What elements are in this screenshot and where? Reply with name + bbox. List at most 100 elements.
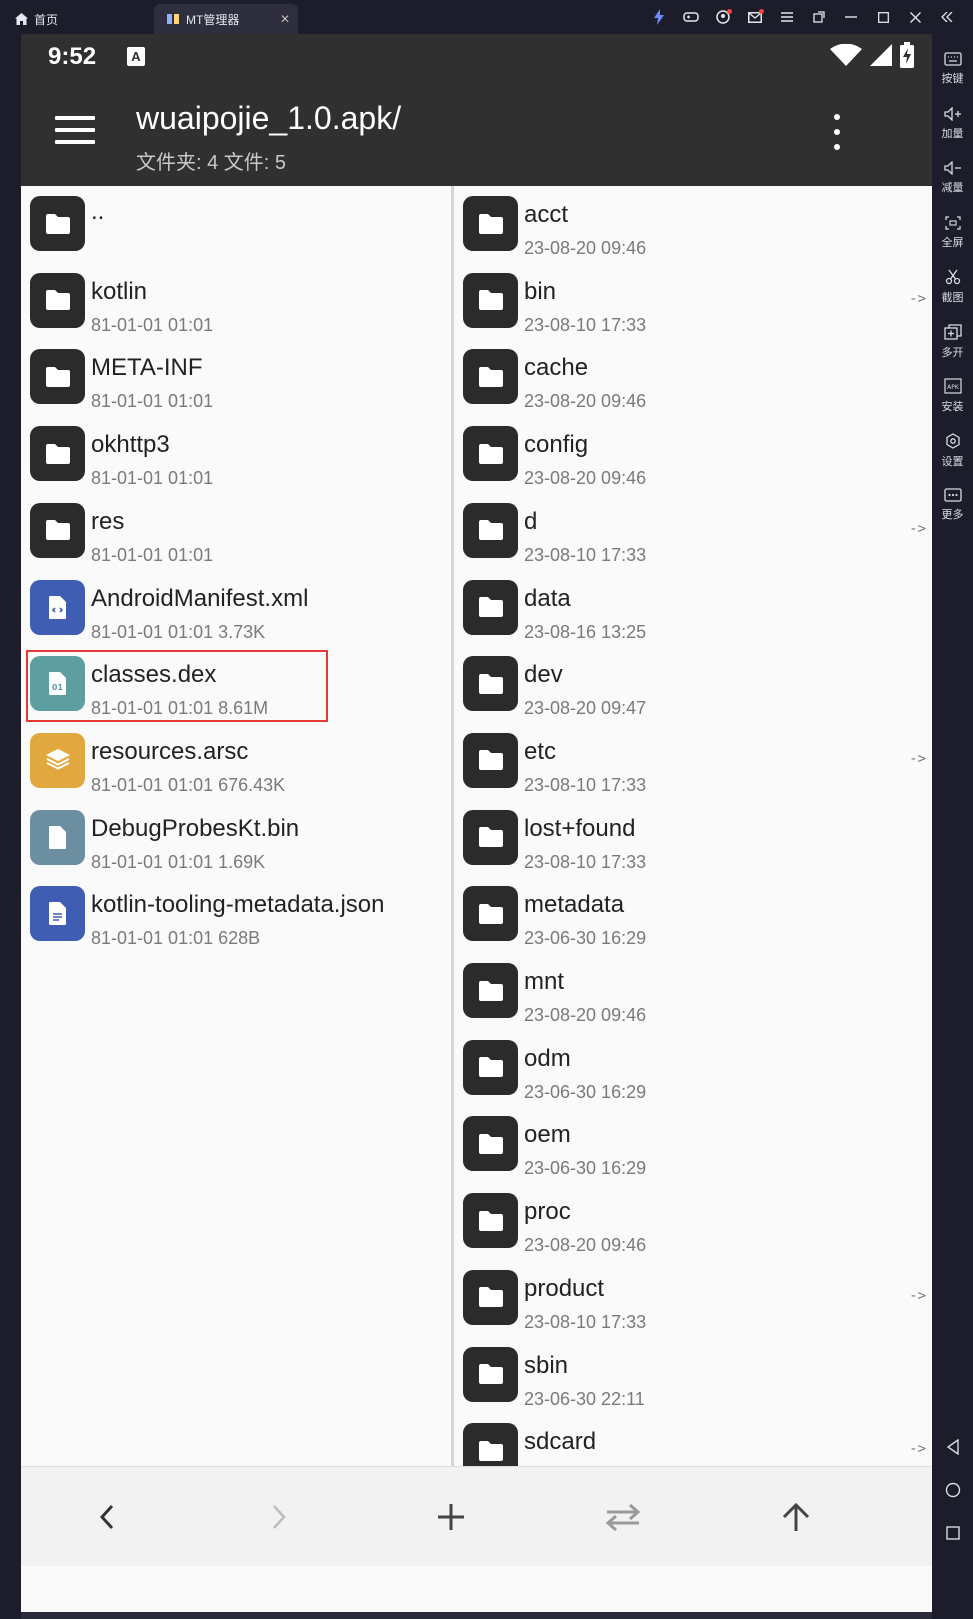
- right-file-pane[interactable]: acct 23-08-20 09:46 bin 23-08-10 17:33 -> cac…: [454, 186, 932, 1466]
- folder-icon[interactable]: [463, 656, 518, 712]
- folder-row[interactable]: bin 23-08-10 17:33 ->: [454, 263, 932, 340]
- folder-icon[interactable]: [463, 1116, 518, 1172]
- file-row[interactable]: AndroidManifest.xml 81-01-01 01:01 3.73K: [21, 570, 451, 647]
- forward-button[interactable]: [259, 1497, 299, 1537]
- maximize-icon[interactable]: [867, 0, 899, 34]
- folder-row[interactable]: metadata 23-06-30 16:29: [454, 876, 932, 953]
- back-button[interactable]: [87, 1497, 127, 1537]
- sidebar-item-fullscreen[interactable]: 全屏: [932, 206, 973, 260]
- item-meta: 23-08-10 17:33: [524, 544, 647, 565]
- svg-text:APK: APK: [947, 384, 960, 391]
- folder-row[interactable]: d 23-08-10 17:33 ->: [454, 493, 932, 570]
- folder-icon[interactable]: [463, 732, 518, 788]
- swap-panes-button[interactable]: [603, 1497, 643, 1537]
- folder-icon[interactable]: [30, 196, 85, 251]
- close-tab-icon[interactable]: ✕: [280, 12, 290, 26]
- folder-row[interactable]: kotlin 81-01-01 01:01: [21, 263, 451, 340]
- folder-row[interactable]: res 81-01-01 01:01: [21, 493, 451, 570]
- gamepad-icon[interactable]: [675, 0, 707, 34]
- android-recents-button[interactable]: [932, 1513, 973, 1553]
- file-row[interactable]: DebugProbesKt.bin 81-01-01 01:01 1.69K: [21, 800, 451, 877]
- item-meta: 23-08-10 17:33: [524, 851, 647, 872]
- json-file-icon[interactable]: [30, 886, 85, 942]
- sidebar-item-multi-instance[interactable]: 多开: [932, 315, 973, 369]
- home-circle-icon: [945, 1482, 960, 1498]
- user-icon[interactable]: [707, 0, 739, 34]
- sidebar-item-volume-down[interactable]: 减量: [932, 151, 973, 205]
- folder-row[interactable]: oem 23-06-30 16:29: [454, 1106, 932, 1183]
- hamburger-menu-icon[interactable]: [771, 0, 803, 34]
- folder-row[interactable]: sbin 23-06-30 22:11: [454, 1337, 932, 1414]
- folder-icon[interactable]: [463, 426, 518, 482]
- folder-row[interactable]: product 23-08-10 17:33 ->: [454, 1260, 932, 1337]
- folder-file-count: 文件夹: 4 文件: 5: [136, 152, 287, 174]
- collapse-sidebar-icon[interactable]: [931, 0, 963, 34]
- arsc-file-icon[interactable]: [30, 732, 85, 788]
- folder-icon[interactable]: [463, 196, 518, 251]
- folder-icon[interactable]: [463, 272, 518, 328]
- sidebar-item-keys[interactable]: 按键: [932, 42, 973, 96]
- sidebar-label: 设置: [941, 455, 964, 468]
- navigation-drawer-button[interactable]: [55, 116, 95, 146]
- folder-row[interactable]: proc 23-08-20 09:46: [454, 1183, 932, 1260]
- folder-row[interactable]: data 23-08-16 13:25: [454, 570, 932, 647]
- folder-icon[interactable]: [463, 1269, 518, 1325]
- xml-file-icon[interactable]: [30, 579, 85, 635]
- wifi-icon: [830, 44, 862, 66]
- folder-row[interactable]: odm 23-06-30 16:29: [454, 1030, 932, 1107]
- tab-home[interactable]: 首页: [14, 4, 58, 34]
- sidebar-item-screenshot[interactable]: 截图: [932, 260, 973, 314]
- folder-icon[interactable]: [30, 426, 85, 482]
- folder-icon[interactable]: [463, 349, 518, 405]
- sidebar-item-install-apk[interactable]: APK 安装: [932, 369, 973, 423]
- folder-icon[interactable]: [463, 1346, 518, 1402]
- overflow-menu-button[interactable]: [829, 114, 845, 150]
- folder-icon[interactable]: [463, 886, 518, 942]
- folder-row[interactable]: okhttp3 81-01-01 01:01: [21, 416, 451, 493]
- mail-icon[interactable]: [739, 0, 771, 34]
- chevron-right-icon: [273, 1505, 286, 1529]
- folder-row[interactable]: dev 23-08-20 09:47: [454, 646, 932, 723]
- folder-icon[interactable]: [463, 1193, 518, 1249]
- folder-row[interactable]: acct 23-08-20 09:46: [454, 186, 932, 263]
- close-window-icon[interactable]: [899, 0, 931, 34]
- sidebar-item-volume-up[interactable]: 加量: [932, 97, 973, 151]
- parent-directory-button[interactable]: [776, 1497, 816, 1537]
- folder-row[interactable]: etc 23-08-10 17:33 ->: [454, 723, 932, 800]
- file-row[interactable]: kotlin-tooling-metadata.json 81-01-01 01:…: [21, 876, 451, 953]
- tab-mt-manager[interactable]: MT管理器 ✕: [154, 4, 298, 34]
- phone-screen: 9:52 A wuaipojie_1.0.apk/ 文件夹: 4 文件: 5 .…: [21, 34, 932, 1612]
- android-home-button[interactable]: [932, 1470, 973, 1510]
- file-row[interactable]: resources.arsc 81-01-01 01:01 676.43K: [21, 723, 451, 800]
- folder-icon[interactable]: [463, 579, 518, 635]
- folder-row[interactable]: config 23-08-20 09:46: [454, 416, 932, 493]
- add-button[interactable]: [431, 1497, 471, 1537]
- symlink-arrow: ->: [909, 520, 926, 537]
- restore-window-icon[interactable]: [803, 0, 835, 34]
- lightning-icon[interactable]: [643, 0, 675, 34]
- folder-row[interactable]: ..: [21, 186, 451, 263]
- folder-row[interactable]: lost+found 23-08-10 17:33: [454, 800, 932, 877]
- left-file-pane[interactable]: .. kotlin 81-01-01 01:01 META-INF 81-01-01 0…: [21, 186, 451, 1466]
- recents-square-icon: [945, 1526, 960, 1540]
- minimize-icon[interactable]: [835, 0, 867, 34]
- folder-row[interactable]: cache 23-08-20 09:46: [454, 339, 932, 416]
- folder-icon[interactable]: [30, 349, 85, 405]
- folder-row[interactable]: mnt 23-08-20 09:46: [454, 953, 932, 1030]
- tab-home-label: 首页: [34, 12, 59, 27]
- item-meta: 23-06-30 22:11: [524, 1388, 645, 1409]
- folder-icon[interactable]: [463, 1039, 518, 1095]
- sidebar-item-settings[interactable]: 设置: [932, 424, 973, 478]
- folder-icon[interactable]: [463, 502, 518, 558]
- folder-icon[interactable]: [30, 272, 85, 328]
- scissors-icon: [945, 269, 960, 285]
- folder-icon[interactable]: [463, 809, 518, 865]
- folder-icon[interactable]: [30, 502, 85, 558]
- folder-icon[interactable]: [463, 963, 518, 1018]
- folder-icon[interactable]: [463, 1423, 518, 1466]
- folder-row[interactable]: sdcard23-08-10 17:33->: [454, 1413, 932, 1466]
- android-back-button[interactable]: [932, 1427, 973, 1467]
- folder-row[interactable]: META-INF 81-01-01 01:01: [21, 339, 451, 416]
- bin-file-icon[interactable]: [30, 809, 85, 865]
- sidebar-item-more[interactable]: 更多: [932, 478, 973, 532]
